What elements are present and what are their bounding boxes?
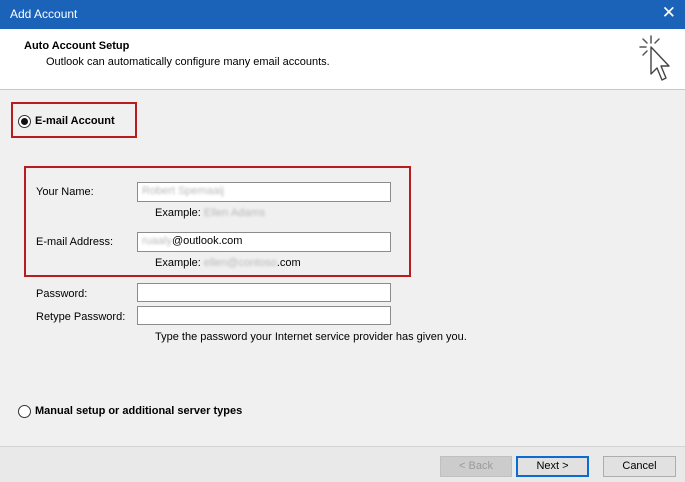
button-bar: < Back Next > Cancel [0,446,685,482]
page-title: Auto Account Setup [24,40,130,52]
email-address-field[interactable]: ruaaly@outlook.com [137,232,391,252]
email-account-radio[interactable] [18,115,31,128]
password-field[interactable] [137,283,391,302]
wizard-cursor-icon [639,35,670,81]
retype-password-label: Retype Password: [36,311,126,323]
email-example-hidden: ellen@contoso [203,257,277,269]
title-bar: Add Account ✕ [0,0,685,29]
window-title: Add Account [10,7,78,21]
email-address-label: E-mail Address: [36,236,114,248]
manual-setup-label[interactable]: Manual setup or additional server types [35,405,242,417]
your-name-value: Robert Spemaaij [142,185,224,197]
email-account-label[interactable]: E-mail Account [35,115,115,127]
back-button[interactable]: < Back [440,456,512,477]
email-example-domain: .com [276,257,301,269]
next-button[interactable]: Next > [516,456,589,477]
password-hint: Type the password your Internet service … [155,331,467,343]
retype-password-field[interactable] [137,306,391,325]
name-example-prefix: Example: [155,207,201,219]
password-label: Password: [36,288,88,300]
cancel-button[interactable]: Cancel [603,456,676,477]
your-name-field[interactable]: Robert Spemaaij [137,182,391,202]
manual-setup-radio[interactable] [18,405,31,418]
wizard-header: Auto Account Setup Outlook can automatic… [0,29,685,90]
name-example: Example: Ellen Adams [155,207,265,219]
name-example-value: Ellen Adams [203,207,266,219]
email-example: Example: ellen@contoso.com [155,257,301,269]
close-icon[interactable]: ✕ [662,4,676,22]
your-name-label: Your Name: [36,186,94,198]
email-address-value-hidden: ruaaly [142,235,172,247]
email-address-value-domain: @outlook.com [171,235,243,247]
email-example-prefix: Example: [155,257,201,269]
page-subtitle: Outlook can automatically configure many… [46,56,330,68]
